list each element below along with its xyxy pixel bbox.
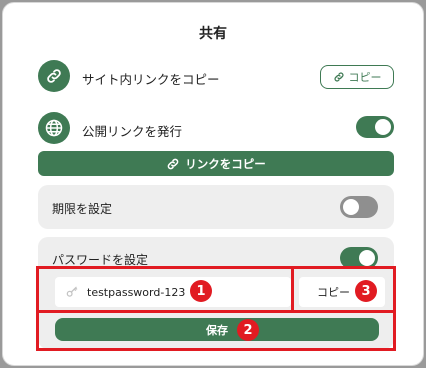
public-link-toggle[interactable] xyxy=(356,116,394,138)
key-icon xyxy=(66,286,78,297)
expiry-panel: 期限を設定 xyxy=(38,185,394,229)
link-icon xyxy=(38,60,70,92)
copy-public-link-label: リンクをコピー xyxy=(185,156,266,171)
password-copy-label: コピー xyxy=(317,286,350,299)
share-dialog: 共有 サイト内リンクをコピー コピー 公開リンクを発行 リンクをコピー 期限を設… xyxy=(2,2,424,366)
password-value: testpassword-123 xyxy=(87,285,186,299)
site-link-label: サイト内リンクをコピー xyxy=(82,72,220,87)
site-link-copy-label: コピー xyxy=(348,71,382,84)
expiry-label: 期限を設定 xyxy=(52,202,113,216)
save-button[interactable]: 保存 xyxy=(55,318,379,341)
public-link-label: 公開リンクを発行 xyxy=(82,124,183,139)
annotation-badge-3: 3 xyxy=(355,280,377,302)
site-link-copy-button[interactable]: コピー xyxy=(320,65,394,89)
annotation-badge-1: 1 xyxy=(190,280,212,302)
toggle-knob xyxy=(375,119,391,135)
link-icon xyxy=(167,158,179,169)
toggle-knob xyxy=(343,199,359,215)
password-label: パスワードを設定 xyxy=(52,253,149,267)
dialog-title: 共有 xyxy=(199,26,227,42)
save-label: 保存 xyxy=(206,323,228,337)
expiry-toggle[interactable] xyxy=(340,196,378,218)
toggle-knob xyxy=(359,250,375,266)
globe-icon xyxy=(38,112,70,144)
password-toggle[interactable] xyxy=(340,247,378,269)
link-icon xyxy=(333,72,344,82)
annotation-badge-2: 2 xyxy=(237,319,259,341)
copy-public-link-button[interactable]: リンクをコピー xyxy=(38,151,394,176)
password-input[interactable]: testpassword-123 xyxy=(55,277,291,307)
